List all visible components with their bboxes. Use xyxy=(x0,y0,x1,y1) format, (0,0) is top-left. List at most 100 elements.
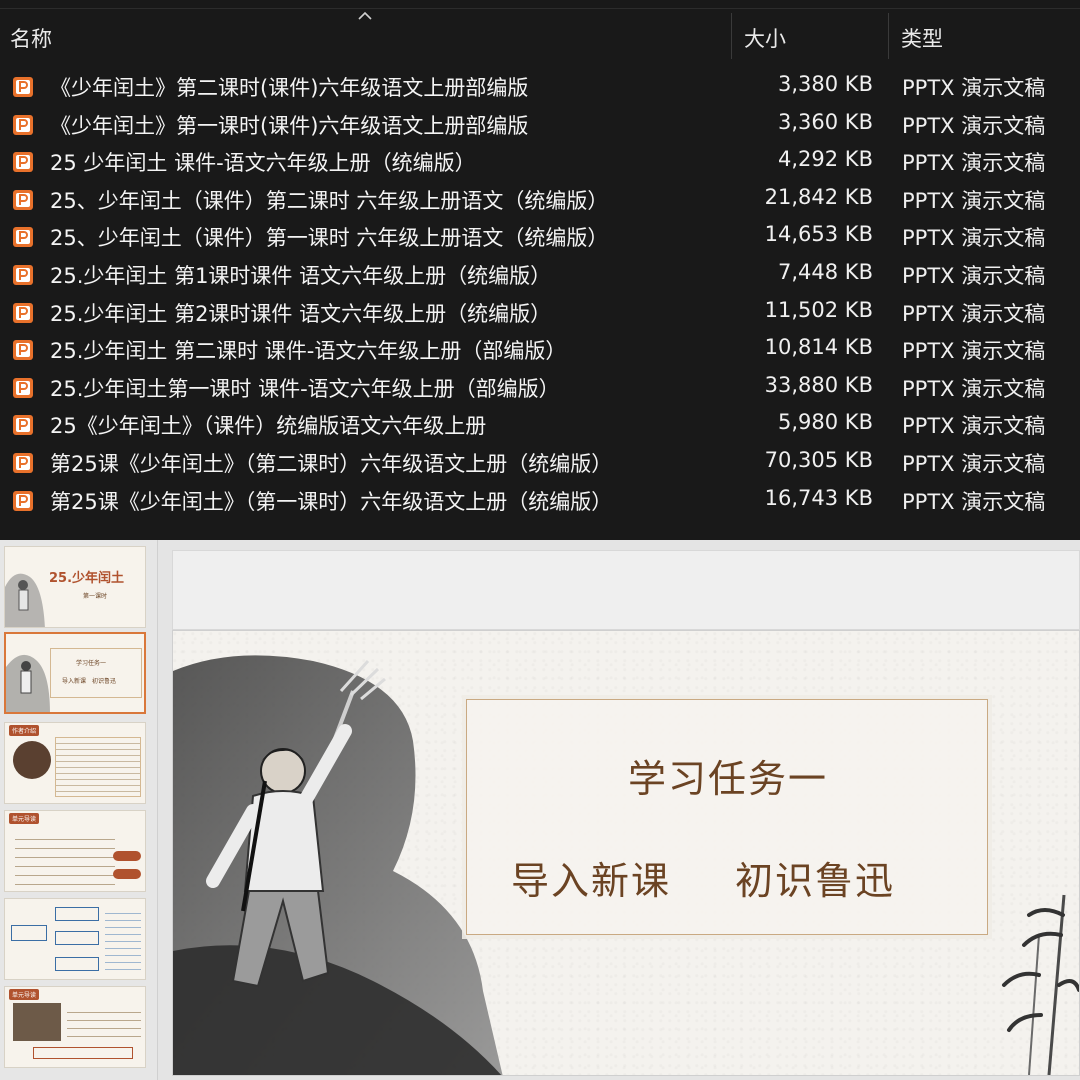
file-row[interactable]: 25、少年闰土（课件）第二课时 六年级上册语文（统编版） 21,842 KB PPT… xyxy=(0,181,1080,218)
file-size: 7,448 KB xyxy=(778,260,873,284)
file-size: 4,292 KB xyxy=(778,147,873,172)
slide-title[interactable]: 学习任务一 xyxy=(467,748,989,803)
file-size: 14,653 KB xyxy=(764,222,873,247)
powerpoint-file-icon xyxy=(13,340,33,361)
powerpoint-file-icon xyxy=(13,377,33,398)
file-row[interactable]: 25《少年闰土》（课件）统编版语文六年级上册 5,980 KB PPTX 演示文稿 xyxy=(0,406,1080,443)
file-name: 25.少年闰土 第1课时课件 语文六年级上册（统编版） xyxy=(50,264,552,288)
powerpoint-file-icon xyxy=(13,227,33,248)
file-row[interactable]: 第25课《少年闰土》（第二课时）六年级语文上册（统编版） 70,305 KB PPT… xyxy=(0,444,1080,481)
file-name: 25《少年闰土》（课件）统编版语文六年级上册 xyxy=(50,414,487,439)
thumb-tag xyxy=(113,851,141,861)
file-row[interactable]: 25 少年闰土 课件-语文六年级上册（统编版） 4,292 KB PPTX 演示文稿 xyxy=(0,143,1080,180)
file-row[interactable]: 25.少年闰土第一课时 课件-语文六年级上册（部编版） 33,880 KB PPTX… xyxy=(0,369,1080,406)
file-row[interactable]: 25.少年闰土 第二课时 课件-语文六年级上册（部编版） 10,814 KB PPT… xyxy=(0,331,1080,368)
previous-slide-edge xyxy=(172,550,1080,630)
slide-thumbnail-1[interactable]: 25.少年闰土 第一课时 xyxy=(4,546,146,628)
boy-figure-icon xyxy=(5,573,45,627)
column-name-header[interactable]: 名称 xyxy=(10,23,52,53)
author-portrait xyxy=(13,741,51,779)
thumb-heading: 作者介绍 xyxy=(9,725,40,736)
thumb-node xyxy=(11,925,47,941)
thumb-text-block xyxy=(105,907,141,971)
file-explorer: 名称 大小 类型 《少年闰土》第二课时(课件)六年级语文上册部编版 3,380 K… xyxy=(0,0,1080,540)
thumb-node xyxy=(55,931,99,945)
thumb-line1: 学习任务一 xyxy=(76,660,107,667)
file-type: PPTX 演示文稿 xyxy=(902,376,1046,401)
subtitle-part-2: 初识鲁迅 xyxy=(735,859,896,903)
file-type: PPTX 演示文稿 xyxy=(902,452,1046,476)
file-size: 70,305 KB xyxy=(764,448,873,472)
column-divider[interactable] xyxy=(731,13,732,59)
slide-thumbnail-3[interactable]: 作者介绍 xyxy=(4,722,146,804)
thumb-tag xyxy=(113,869,141,879)
powerpoint-file-icon xyxy=(13,77,33,97)
file-row[interactable]: 第25课《少年闰土》（第一课时）六年级语文上册（统编版） 16,743 KB PPT… xyxy=(0,482,1080,519)
powerpoint-window: 25.少年闰土 第一课时 学习任务一 导入新课 初识鲁迅 作者介绍 单元导读 单… xyxy=(0,540,1080,1080)
powerpoint-file-icon xyxy=(13,152,33,173)
file-size: 33,880 KB xyxy=(764,372,873,397)
file-size: 11,502 KB xyxy=(764,297,873,322)
slide-thumbnail-5[interactable] xyxy=(4,898,146,980)
file-row[interactable]: 25.少年闰土 第1课时课件 语文六年级上册（统编版） 7,448 KB PPTX … xyxy=(0,256,1080,293)
powerpoint-file-icon xyxy=(13,415,33,436)
file-size: 3,360 KB xyxy=(778,109,873,134)
sort-ascending-icon[interactable] xyxy=(356,9,374,23)
ink-painting-boy-with-pitchfork xyxy=(173,655,503,1075)
file-size: 5,980 KB xyxy=(778,410,873,435)
file-name: 25 少年闰土 课件-语文六年级上册（统编版） xyxy=(50,151,476,176)
file-size: 3,380 KB xyxy=(778,72,873,96)
file-size: 16,743 KB xyxy=(764,485,873,510)
file-type: PPTX 演示文稿 xyxy=(902,113,1046,138)
file-type: PPTX 演示文稿 xyxy=(902,264,1046,288)
column-header: 名称 大小 类型 xyxy=(0,8,1080,60)
subtitle-part-1: 导入新课 xyxy=(511,859,672,903)
powerpoint-file-icon xyxy=(13,490,33,511)
file-type: PPTX 演示文稿 xyxy=(902,301,1046,326)
powerpoint-file-icon xyxy=(13,189,33,210)
thumb-node xyxy=(55,907,99,921)
file-name: 《少年闰土》第一课时(课件)六年级语文上册部编版 xyxy=(50,113,529,138)
boy-figure-icon xyxy=(6,654,50,712)
file-name: 25.少年闰土 第二课时 课件-语文六年级上册（部编版） xyxy=(50,339,567,364)
file-row[interactable]: 《少年闰土》第二课时(课件)六年级语文上册部编版 3,380 KB PPTX 演示文… xyxy=(0,68,1080,105)
thumb-quote xyxy=(33,1047,133,1059)
thumb-text-block xyxy=(15,831,115,885)
file-name: 25、少年闰土（课件）第二课时 六年级上册语文（统编版） xyxy=(50,188,609,213)
powerpoint-file-icon xyxy=(13,114,33,135)
slide-thumbnail-6[interactable]: 单元导读 xyxy=(4,986,146,1068)
file-type: PPTX 演示文稿 xyxy=(902,151,1046,176)
author-photo xyxy=(13,1003,61,1041)
slide-thumbnail-2[interactable]: 学习任务一 导入新课 初识鲁迅 xyxy=(4,632,146,714)
file-row[interactable]: 《少年闰土》第一课时(课件)六年级语文上册部编版 3,360 KB PPTX 演示文… xyxy=(0,106,1080,143)
slide-thumbnail-pane: 25.少年闰土 第一课时 学习任务一 导入新课 初识鲁迅 作者介绍 单元导读 单… xyxy=(0,540,158,1080)
file-type: PPTX 演示文稿 xyxy=(902,339,1046,364)
thumb-subtitle: 第一课时 xyxy=(83,593,108,600)
file-type: PPTX 演示文稿 xyxy=(902,188,1046,213)
file-row[interactable]: 25.少年闰土 第2课时课件 语文六年级上册（统编版） 11,502 KB PPTX… xyxy=(0,294,1080,331)
file-name: 第25课《少年闰土》（第一课时）六年级语文上册（统编版） xyxy=(50,489,613,514)
column-size-header[interactable]: 大小 xyxy=(744,23,786,53)
slide-editing-area: 学习任务一 导入新课 初识鲁迅 xyxy=(158,540,1080,1080)
column-divider[interactable] xyxy=(888,13,889,59)
thumb-heading: 单元导读 xyxy=(9,989,40,1000)
file-type: PPTX 演示文稿 xyxy=(902,226,1046,251)
thumb-heading: 单元导读 xyxy=(9,813,40,824)
bamboo-decoration xyxy=(1002,894,1079,1075)
file-name: 《少年闰土》第二课时(课件)六年级语文上册部编版 xyxy=(50,76,529,100)
file-name: 第25课《少年闰土》（第二课时）六年级语文上册（统编版） xyxy=(50,452,613,476)
file-name: 25.少年闰土第一课时 课件-语文六年级上册（部编版） xyxy=(50,376,560,401)
powerpoint-file-icon xyxy=(13,302,33,323)
thumb-title: 25.少年闰土 xyxy=(49,571,125,586)
powerpoint-file-icon xyxy=(13,265,33,285)
slide-title-frame[interactable]: 学习任务一 导入新课 初识鲁迅 xyxy=(466,699,988,935)
column-type-header[interactable]: 类型 xyxy=(901,23,943,53)
powerpoint-file-icon xyxy=(13,453,33,473)
thumb-line2: 导入新课 初识鲁迅 xyxy=(62,678,117,685)
current-slide[interactable]: 学习任务一 导入新课 初识鲁迅 xyxy=(172,630,1080,1076)
file-type: PPTX 演示文稿 xyxy=(902,76,1046,100)
file-row[interactable]: 25、少年闰土（课件）第一课时 六年级上册语文（统编版） 14,653 KB PPT… xyxy=(0,218,1080,255)
thumb-text-block xyxy=(55,737,141,797)
thumb-frame xyxy=(50,648,142,698)
slide-thumbnail-4[interactable]: 单元导读 xyxy=(4,810,146,892)
